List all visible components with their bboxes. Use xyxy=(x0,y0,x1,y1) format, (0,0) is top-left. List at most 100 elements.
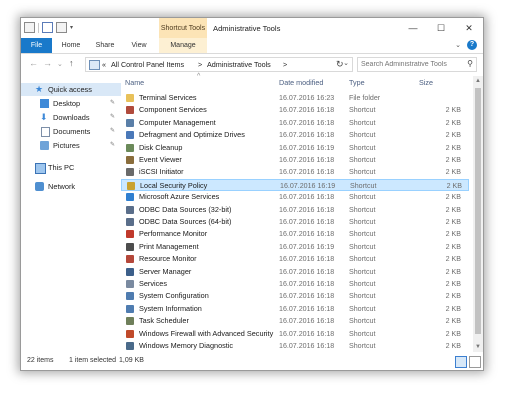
sidebar-item-label: Documents xyxy=(53,127,91,136)
sidebar-item-label: Network xyxy=(48,182,76,191)
tab-share[interactable]: Share xyxy=(89,38,121,53)
refresh-icon[interactable]: ↻ xyxy=(336,59,344,70)
file-date: 16.07.2016 16:19 xyxy=(279,143,335,152)
sidebar-item-documents[interactable]: Documents ✎ xyxy=(21,125,121,138)
file-row[interactable]: Print Management 16.07.2016 16:19 Shortcut… xyxy=(121,241,469,253)
file-row[interactable]: Microsoft Azure Services 16.07.2016 16:18… xyxy=(121,191,469,203)
shortcut-icon xyxy=(127,181,135,190)
file-date: 16.07.2016 16:18 xyxy=(279,304,335,313)
sidebar-item-this-pc[interactable]: This PC xyxy=(21,161,121,174)
file-row[interactable]: ODBC Data Sources (64-bit) 16.07.2016 16:… xyxy=(121,216,469,228)
file-name: Server Manager xyxy=(139,266,192,276)
scroll-thumb[interactable] xyxy=(475,88,481,334)
file-date: 16.07.2016 16:19 xyxy=(279,242,335,251)
sidebar-item-quick-access[interactable]: ★ Quick access xyxy=(21,83,121,96)
search-input[interactable] xyxy=(361,58,459,71)
selection-count: 1 item selected xyxy=(69,357,117,364)
file-row[interactable]: Defragment and Optimize Drives 16.07.2016… xyxy=(121,129,469,141)
help-icon[interactable]: ? xyxy=(467,40,477,50)
file-row[interactable]: Disk Cleanup 16.07.2016 16:19 Shortcut 2 KB xyxy=(121,142,469,154)
file-row[interactable]: System Configuration 16.07.2016 16:18 Shor… xyxy=(121,290,469,302)
address-dropdown-icon[interactable]: ⌄ xyxy=(343,59,349,67)
close-button[interactable]: ✕ xyxy=(455,18,483,38)
column-header-size[interactable]: Size xyxy=(419,76,433,90)
column-header-date-modified[interactable]: Date modified xyxy=(279,76,323,90)
shortcut-icon xyxy=(126,329,134,338)
scroll-up-icon[interactable]: ▲ xyxy=(473,76,483,86)
file-name: Defragment and Optimize Drives xyxy=(139,130,245,140)
sidebar-item-label: Downloads xyxy=(53,113,90,122)
shortcut-icon xyxy=(126,193,134,202)
tab-home[interactable]: Home xyxy=(56,38,86,53)
file-row[interactable]: Services 16.07.2016 16:18 Shortcut 2 KB xyxy=(121,278,469,290)
breadcrumb-all-control-panel-items[interactable]: All Control Panel Items xyxy=(111,60,184,69)
pin-icon[interactable]: ✎ xyxy=(110,111,115,124)
file-name: Event Viewer xyxy=(139,155,182,164)
file-row[interactable]: iSCSI Initiator 16.07.2016 16:18 Shortcut 2… xyxy=(121,166,469,178)
file-name: Windows Firewall with Advanced Security xyxy=(139,328,274,338)
maximize-button[interactable]: ☐ xyxy=(427,18,455,38)
up-button[interactable]: ↑ xyxy=(69,58,74,68)
sidebar-item-network[interactable]: Network xyxy=(21,180,121,193)
file-row[interactable]: System Information 16.07.2016 16:18 Shortc… xyxy=(121,303,469,315)
sidebar-item-label: This PC xyxy=(48,163,75,172)
file-row[interactable]: Task Scheduler 16.07.2016 16:18 Shortcut 2 … xyxy=(121,315,469,327)
scroll-down-icon[interactable]: ▼ xyxy=(473,342,483,352)
file-row[interactable]: Resource Monitor 16.07.2016 16:18 Shortcut… xyxy=(121,253,469,265)
vertical-scrollbar[interactable]: ▲ ▼ xyxy=(473,76,483,352)
collapse-ribbon-icon[interactable]: ⌄ xyxy=(455,41,461,49)
file-type: Shortcut xyxy=(349,304,376,313)
sidebar-item-desktop[interactable]: Desktop ✎ xyxy=(21,97,121,110)
file-type: Shortcut xyxy=(349,267,376,276)
window-controls: — ☐ ✕ xyxy=(399,18,483,38)
file-name: Print Management xyxy=(139,241,199,251)
file-date: 16.07.2016 16:18 xyxy=(279,329,335,338)
file-row[interactable]: Component Services 16.07.2016 16:18 Shortc… xyxy=(121,104,469,116)
file-name: iSCSI Initiator xyxy=(139,167,184,177)
sidebar-item-pictures[interactable]: Pictures ✎ xyxy=(21,139,121,152)
file-type: Shortcut xyxy=(349,193,376,202)
tab-file[interactable]: File xyxy=(21,38,52,53)
breadcrumb-administrative-tools[interactable]: Administrative Tools xyxy=(207,60,271,69)
breadcrumb-overflow[interactable]: « xyxy=(102,60,106,69)
customize-toolbar-arrow-icon[interactable]: ▾ xyxy=(70,24,73,31)
file-row[interactable]: ODBC Data Sources (32-bit) 16.07.2016 16:… xyxy=(121,204,469,216)
shortcut-icon xyxy=(126,131,134,140)
pin-icon[interactable]: ✎ xyxy=(110,97,115,110)
sidebar-item-downloads[interactable]: ⬇ Downloads ✎ xyxy=(21,111,121,124)
file-row[interactable]: Local Security Policy 16.07.2016 16:19 Sho… xyxy=(121,178,469,191)
large-icons-view-button[interactable] xyxy=(469,356,481,368)
file-row[interactable]: Windows Firewall with Advanced Security 1… xyxy=(121,328,469,340)
file-row[interactable]: Windows Memory Diagnostic 16.07.2016 16:1… xyxy=(121,340,469,350)
address-bar[interactable]: « All Control Panel Items > Administrati… xyxy=(85,57,353,72)
new-folder-icon[interactable] xyxy=(56,22,67,33)
search-box[interactable]: ⚲ xyxy=(357,57,477,72)
shortcut-icon xyxy=(126,342,134,350)
ribbon-tabs: File Home Share View Manage ⌄ ? xyxy=(21,38,483,54)
shortcut-icon xyxy=(126,267,134,276)
recent-locations-icon[interactable]: ⌄ xyxy=(57,60,63,68)
file-row[interactable]: Performance Monitor 16.07.2016 16:18 Short… xyxy=(121,228,469,240)
properties-icon[interactable] xyxy=(24,22,35,33)
checkbox-icon[interactable] xyxy=(42,22,53,33)
back-button[interactable]: ← xyxy=(29,58,38,68)
pin-icon[interactable]: ✎ xyxy=(110,139,115,152)
forward-button[interactable]: → xyxy=(43,58,52,68)
details-view-button[interactable] xyxy=(455,356,467,368)
file-row[interactable]: Terminal Services 16.07.2016 16:23 File fo… xyxy=(121,92,469,104)
file-type: Shortcut xyxy=(349,143,376,152)
status-bar: 22 items 1 item selected 1,09 KB xyxy=(21,354,483,370)
file-row[interactable]: Event Viewer 16.07.2016 16:18 Shortcut 2 KB xyxy=(121,154,469,166)
column-header-type[interactable]: Type xyxy=(349,76,365,90)
tab-view[interactable]: View xyxy=(125,38,153,53)
tab-manage[interactable]: Manage xyxy=(159,38,207,53)
minimize-button[interactable]: — xyxy=(399,18,427,38)
pin-icon[interactable]: ✎ xyxy=(110,125,115,138)
file-row[interactable]: Computer Management 16.07.2016 16:18 Short… xyxy=(121,117,469,129)
file-date: 16.07.2016 16:18 xyxy=(279,230,335,239)
search-icon[interactable]: ⚲ xyxy=(467,59,473,68)
file-row[interactable]: Server Manager 16.07.2016 16:18 Shortcut 2 … xyxy=(121,266,469,278)
file-size: 2 KB xyxy=(445,205,461,214)
file-name: Resource Monitor xyxy=(139,254,197,264)
column-header-name[interactable]: Name xyxy=(125,76,144,90)
